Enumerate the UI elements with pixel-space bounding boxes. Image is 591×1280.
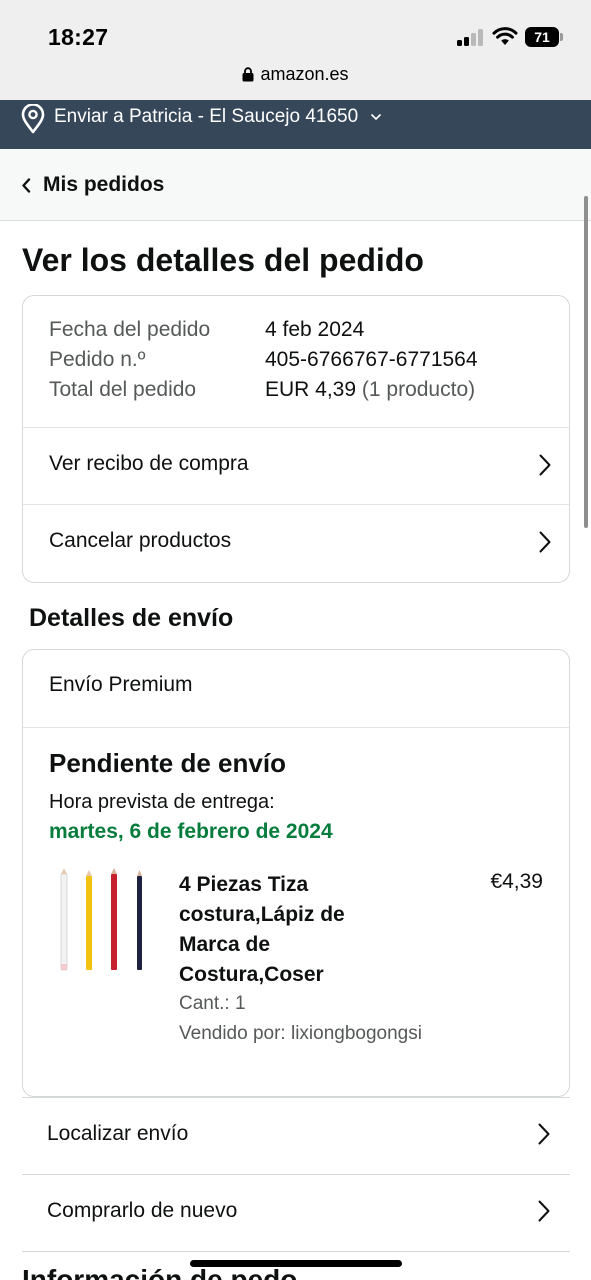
product-quantity: Cant.: 1 [179, 993, 246, 1014]
lock-icon [242, 67, 254, 82]
address-bar[interactable]: amazon.es [0, 64, 591, 85]
delivery-location-bar[interactable]: Enviar a Patricia - El Saucejo 41650 [0, 100, 591, 149]
order-total-value: EUR 4,39 [265, 378, 357, 401]
order-number-label: Pedido n.º [49, 348, 146, 371]
wifi-icon [492, 27, 518, 45]
cancel-products-label: Cancelar productos [49, 529, 232, 552]
chevron-left-icon [22, 178, 31, 193]
product-title[interactable]: 4 Piezas Tiza costura,Lápiz de Marca de … [179, 870, 399, 990]
shipping-method: Envío Premium [49, 673, 193, 696]
pencil-yellow [86, 870, 92, 970]
shipping-details-heading: Detalles de envío [29, 604, 234, 632]
order-summary-rows: Fecha del pedido 4 feb 2024 Pedido n.º 405… [49, 318, 478, 408]
shipping-status: Pendiente de envío [49, 748, 286, 778]
chevron-right-icon [539, 454, 551, 476]
back-to-orders-link[interactable]: Mis pedidos [0, 149, 591, 221]
page-title: Ver los detalles del pedido [22, 242, 424, 278]
chevron-right-icon [539, 531, 551, 553]
chevron-right-icon [538, 1123, 550, 1145]
home-indicator[interactable] [190, 1260, 402, 1267]
order-item-count: (1 producto) [361, 378, 476, 401]
pencil-navy [137, 870, 142, 970]
buy-again-label: Comprarlo de nuevo [47, 1199, 238, 1222]
chevron-down-icon [370, 113, 382, 121]
delivery-location-text: Enviar a Patricia - El Saucejo 41650 [54, 106, 359, 127]
buy-again-link[interactable]: Comprarlo de nuevo [22, 1174, 570, 1252]
back-label: Mis pedidos [43, 173, 165, 196]
order-number-row: Pedido n.º 405-6766767-6771564 [49, 348, 478, 378]
pencil-white [60, 868, 68, 971]
shipping-card: Envío Premium Pendiente de envío Hora pr… [22, 649, 570, 1097]
order-summary-card: Fecha del pedido 4 feb 2024 Pedido n.º 405… [22, 295, 570, 583]
order-total-label: Total del pedido [49, 378, 197, 401]
order-total-row: Total del pedido EUR 4,39 (1 producto) [49, 378, 478, 408]
cellular-signal-icon [457, 28, 485, 46]
order-date-label: Fecha del pedido [49, 318, 211, 341]
track-package-label: Localizar envío [47, 1122, 189, 1145]
product-price: €4,39 [490, 870, 543, 893]
order-number-value: 405-6766767-6771564 [265, 348, 478, 371]
chevron-right-icon [538, 1200, 550, 1222]
cancel-products-link[interactable]: Cancelar productos [23, 504, 569, 582]
divider [22, 1251, 570, 1252]
url-text: amazon.es [260, 64, 349, 84]
battery-icon: 71 [525, 27, 563, 47]
battery-level: 71 [525, 27, 559, 47]
order-date-row: Fecha del pedido 4 feb 2024 [49, 318, 478, 348]
product-seller: Vendido por: lixiongbogongsi [179, 1023, 422, 1044]
scrollbar[interactable] [584, 196, 588, 528]
delivery-estimate-date: martes, 6 de febrero de 2024 [49, 820, 333, 843]
pencil-red [111, 868, 117, 970]
order-date-value: 4 feb 2024 [265, 318, 365, 341]
track-package-link[interactable]: Localizar envío [22, 1097, 570, 1175]
location-pin-icon [21, 104, 45, 134]
view-receipt-label: Ver recibo de compra [49, 452, 249, 475]
view-receipt-link[interactable]: Ver recibo de compra [23, 427, 569, 505]
delivery-estimate-label: Hora prevista de entrega: [49, 791, 275, 813]
status-bar: 18:27 71 amazon.es [0, 0, 591, 100]
product-image[interactable] [53, 868, 147, 974]
divider [23, 727, 569, 728]
status-time: 18:27 [48, 24, 109, 50]
